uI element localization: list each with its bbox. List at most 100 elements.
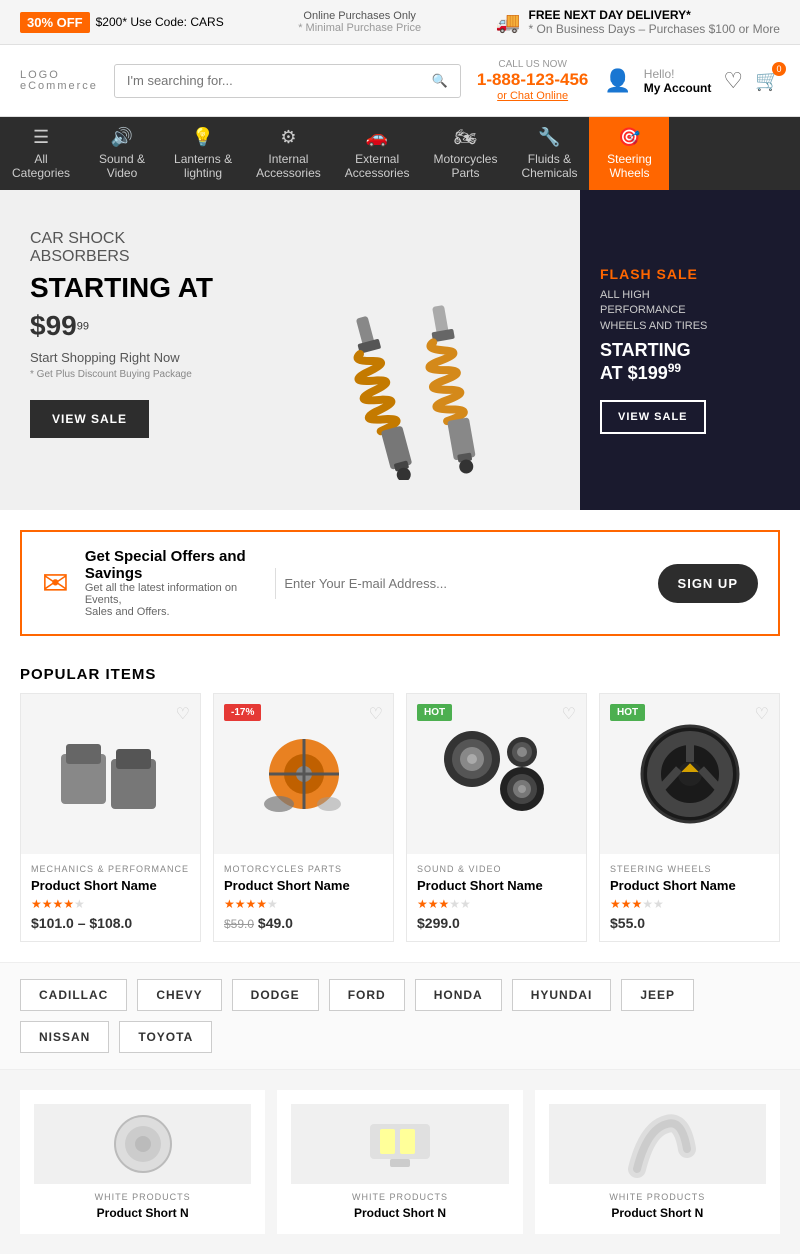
product-price: $101.0 – $108.0 bbox=[31, 915, 190, 931]
bottom-category-label: WHITE PRODUCTS bbox=[291, 1192, 508, 1202]
brands-section: CADILLAC CHEVY DODGE FORD HONDA HYUNDAI … bbox=[0, 962, 800, 1070]
nav-internal-accessories[interactable]: ⚙ InternalAccessories bbox=[244, 117, 333, 190]
brand-ford[interactable]: FORD bbox=[329, 979, 405, 1011]
product-name: Product Short Name bbox=[417, 878, 576, 893]
wishlist-button[interactable]: ♡ bbox=[562, 704, 576, 724]
bottom-category-label: WHITE PRODUCTS bbox=[34, 1192, 251, 1202]
product-category: SOUND & VIDEO bbox=[417, 864, 576, 874]
signup-button[interactable]: SIGN UP bbox=[658, 564, 758, 603]
steering-icon: 🎯 bbox=[618, 127, 640, 148]
bottom-product-name: Product Short N bbox=[291, 1206, 508, 1220]
promo-left: 30% OFF $200* Use Code: CARS bbox=[20, 12, 224, 33]
product-badge: HOT bbox=[417, 704, 452, 721]
newsletter-text: Get Special Offers and Savings Get all t… bbox=[85, 548, 260, 618]
lantern-icon: 💡 bbox=[192, 127, 214, 148]
cart-count: 0 bbox=[772, 62, 786, 76]
product-card[interactable]: -17% ♡ MOTORCYCLES PARTS Product Short N… bbox=[213, 693, 394, 942]
product-card[interactable]: HOT ♡ STEERING WHEELS Product Short Name… bbox=[599, 693, 780, 942]
product-name: Product Short Name bbox=[610, 878, 769, 893]
wishlist-icon[interactable]: ♡ bbox=[723, 68, 743, 94]
promo-text: $200* Use Code: CARS bbox=[96, 15, 224, 29]
flash-view-sale-button[interactable]: VIEW SALE bbox=[600, 400, 706, 434]
product-card[interactable]: HOT ♡ SOUND & VIDEO Product Short Name ★… bbox=[406, 693, 587, 942]
nav-all-categories[interactable]: ☰ All Categories bbox=[0, 117, 82, 190]
brand-jeep[interactable]: JEEP bbox=[621, 979, 694, 1011]
settings-icon: ⚙ bbox=[280, 127, 296, 148]
header: LOGO eCommerce 🔍 CALL US NOW 1-888-123-4… bbox=[0, 45, 800, 117]
bottom-section: WHITE PRODUCTS Product Short N WHITE PRO… bbox=[0, 1070, 800, 1254]
brand-nissan[interactable]: NISSAN bbox=[20, 1021, 109, 1053]
product-price: $55.0 bbox=[610, 915, 769, 931]
brand-toyota[interactable]: TOYOTA bbox=[119, 1021, 212, 1053]
bottom-products-grid: WHITE PRODUCTS Product Short N WHITE PRO… bbox=[20, 1090, 780, 1234]
wishlist-button[interactable]: ♡ bbox=[755, 704, 769, 724]
logo[interactable]: LOGO eCommerce bbox=[20, 70, 98, 92]
truck-icon: 🚚 bbox=[496, 10, 521, 35]
nav-lanterns[interactable]: 💡 Lanterns &lighting bbox=[162, 117, 244, 190]
nav-fluids-chemicals[interactable]: 🔧 Fluids &Chemicals bbox=[509, 117, 589, 190]
product-stars: ★★★★★ bbox=[31, 897, 190, 911]
product-image bbox=[21, 694, 200, 854]
product-name: Product Short Name bbox=[31, 878, 190, 893]
mail-icon: ✉ bbox=[42, 564, 69, 602]
brand-honda[interactable]: HONDA bbox=[415, 979, 502, 1011]
user-icon[interactable]: 👤 bbox=[604, 68, 631, 94]
header-icons: 👤 Hello! My Account ♡ 🛒 0 bbox=[604, 67, 780, 95]
nav-motorcycles-parts[interactable]: 🏍 MotorcyclesParts bbox=[421, 117, 509, 190]
product-price: $59.0 $49.0 bbox=[224, 915, 383, 931]
bottom-product-name: Product Short N bbox=[34, 1206, 251, 1220]
cart-icon[interactable]: 🛒 0 bbox=[755, 68, 780, 93]
wishlist-button[interactable]: ♡ bbox=[176, 704, 190, 724]
bottom-card[interactable]: WHITE PRODUCTS Product Short N bbox=[535, 1090, 780, 1234]
brand-cadillac[interactable]: CADILLAC bbox=[20, 979, 127, 1011]
product-category: STEERING WHEELS bbox=[610, 864, 769, 874]
brand-hyundai[interactable]: HYUNDAI bbox=[512, 979, 612, 1011]
email-input[interactable] bbox=[275, 568, 641, 599]
bottom-category-label: WHITE PRODUCTS bbox=[549, 1192, 766, 1202]
main-nav: ☰ All Categories 🔊 Sound &Video 💡 Lanter… bbox=[0, 117, 800, 190]
search-icon[interactable]: 🔍 bbox=[432, 73, 448, 89]
hero-note: * Get Plus Discount Buying Package bbox=[30, 369, 550, 380]
hero-price: $9999 bbox=[30, 310, 550, 342]
product-badge: -17% bbox=[224, 704, 261, 721]
bottom-card[interactable]: WHITE PRODUCTS Product Short N bbox=[277, 1090, 522, 1234]
hero-desc: Start Shopping Right Now bbox=[30, 350, 550, 365]
search-bar[interactable]: 🔍 bbox=[114, 64, 461, 98]
online-only: Online Purchases Only * Minimal Purchase… bbox=[298, 10, 421, 34]
newsletter-title: Get Special Offers and Savings bbox=[85, 548, 260, 582]
popular-section: POPULAR ITEMS ♡ MECHANICS & PERFORMANCE … bbox=[0, 656, 800, 962]
bottom-card[interactable]: WHITE PRODUCTS Product Short N bbox=[20, 1090, 265, 1234]
wishlist-button[interactable]: ♡ bbox=[369, 704, 383, 724]
product-card[interactable]: ♡ MECHANICS & PERFORMANCE Product Short … bbox=[20, 693, 201, 942]
product-badge: HOT bbox=[610, 704, 645, 721]
product-category: MECHANICS & PERFORMANCE bbox=[31, 864, 190, 874]
products-grid: ♡ MECHANICS & PERFORMANCE Product Short … bbox=[0, 693, 800, 962]
brands-grid: CADILLAC CHEVY DODGE FORD HONDA HYUNDAI … bbox=[20, 979, 780, 1053]
product-category: MOTORCYCLES PARTS bbox=[224, 864, 383, 874]
brand-chevy[interactable]: CHEVY bbox=[137, 979, 221, 1011]
sound-icon: 🔊 bbox=[111, 127, 133, 148]
account-section[interactable]: Hello! My Account bbox=[644, 67, 712, 95]
nav-external-accessories[interactable]: 🚗 ExternalAccessories bbox=[333, 117, 422, 190]
top-banner: 30% OFF $200* Use Code: CARS Online Purc… bbox=[0, 0, 800, 45]
product-price: $299.0 bbox=[417, 915, 576, 931]
hero-view-sale-button[interactable]: VIEW SALE bbox=[30, 400, 149, 438]
brand-dodge[interactable]: DODGE bbox=[232, 979, 319, 1011]
bottom-product-image bbox=[291, 1104, 508, 1184]
hero-right: FLASH SALE ALL HIGHPERFORMANCEWHEELS AND… bbox=[580, 190, 800, 510]
hero-left: CAR SHOCKABSORBERS STARTING AT $9999 Sta… bbox=[0, 190, 580, 510]
bottom-product-image bbox=[549, 1104, 766, 1184]
product-stars: ★★★★★ bbox=[610, 897, 769, 911]
product-name: Product Short Name bbox=[224, 878, 383, 893]
flash-label: FLASH SALE bbox=[600, 266, 780, 282]
search-input[interactable] bbox=[127, 73, 424, 88]
product-stars: ★★★★★ bbox=[224, 897, 383, 911]
hero-title: STARTING AT bbox=[30, 272, 550, 304]
bottom-product-name: Product Short N bbox=[549, 1206, 766, 1220]
hero-section: CAR SHOCKABSORBERS STARTING AT $9999 Sta… bbox=[0, 190, 800, 510]
flash-price: STARTINGAT $19999 bbox=[600, 340, 780, 384]
car-icon: 🚗 bbox=[366, 127, 388, 148]
bottom-product-image bbox=[34, 1104, 251, 1184]
nav-steering-wheels[interactable]: 🎯 SteeringWheels bbox=[589, 117, 669, 190]
nav-sound-video[interactable]: 🔊 Sound &Video bbox=[82, 117, 162, 190]
